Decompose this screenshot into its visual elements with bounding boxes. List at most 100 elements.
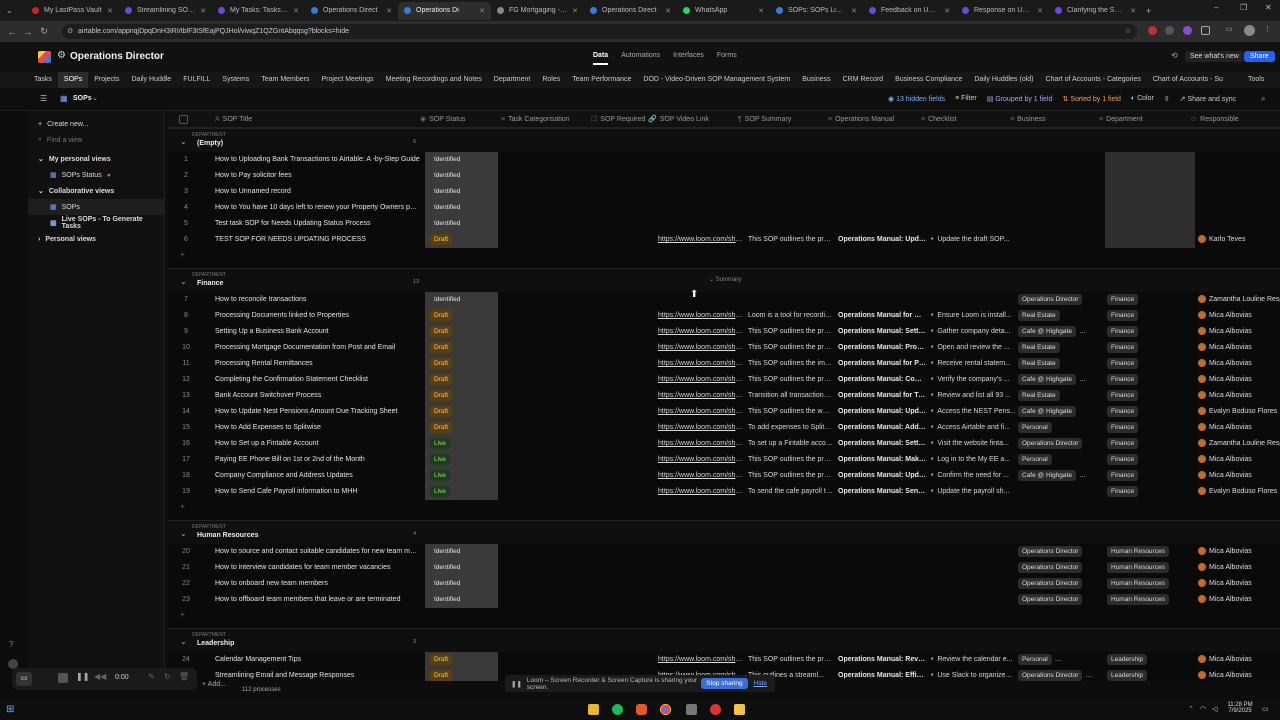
table-tab[interactable]: Daily Huddles (old): [968, 72, 1039, 88]
column-header[interactable]: ≡ Task Categorisation: [501, 111, 596, 128]
table-row[interactable]: 15 How to Add Expenses to Splitwise Draft h…: [168, 420, 1280, 436]
sop-summary[interactable]: To set up a Fintable accoun...: [748, 436, 833, 452]
column-header[interactable]: A SOP Title: [215, 111, 420, 128]
group-header[interactable]: ⌄ DEPARTMENT (Empty) 6: [168, 128, 1280, 152]
video-link[interactable]: https://www.loom.com/sha...: [658, 420, 743, 436]
browser-tab[interactable]: Response on Update✕: [956, 2, 1049, 20]
table-tab[interactable]: Tasks: [28, 72, 58, 88]
table-tab[interactable]: Project Meetings: [316, 72, 380, 88]
video-link[interactable]: https://www.loom.com/sha...: [658, 468, 743, 484]
group-header[interactable]: ⌄ DEPARTMENT Human Resources 4: [168, 520, 1280, 544]
personal-views-section[interactable]: › Personal views: [28, 231, 164, 247]
windows-start-icon[interactable]: ⊞: [6, 704, 14, 715]
business-cell[interactable]: Operations Director: [1018, 544, 1107, 560]
bookmark-star-icon[interactable]: ☆: [1125, 24, 1131, 39]
sop-status-cell[interactable]: Draft: [430, 232, 505, 248]
checklist-cell[interactable]: • Review the calendar e...: [931, 652, 1016, 668]
table-tab[interactable]: Systems: [216, 72, 255, 88]
sop-status-cell[interactable]: Draft: [430, 420, 505, 436]
table-tab[interactable]: Business: [796, 72, 836, 88]
responsible-cell[interactable]: Mica Albovias: [1198, 324, 1280, 340]
table-tab[interactable]: Business Compliance: [889, 72, 968, 88]
browser-tab[interactable]: FG Mortgaging - Link✕: [491, 2, 584, 20]
history-icon[interactable]: ⟲: [1171, 51, 1178, 60]
column-header[interactable]: ≡ Business: [1010, 111, 1105, 128]
checklist-cell[interactable]: • Open and review the ...: [931, 340, 1016, 356]
whats-new-button[interactable]: See what's new: [1185, 51, 1244, 62]
video-link[interactable]: https://www.loom.com/sha...: [658, 308, 743, 324]
table-row[interactable]: 6 TEST SOP FOR NEEDS UPDATING PROCESS Draf…: [168, 232, 1280, 248]
responsible-cell[interactable]: Mica Albovias: [1198, 668, 1280, 681]
sop-title[interactable]: How to Pay solicitor fees: [215, 168, 420, 184]
responsible-cell[interactable]: Evalyn Boduso Flores: [1198, 484, 1280, 500]
table-row[interactable]: 1 How to Uploading Bank Transactions to A…: [168, 152, 1280, 168]
close-tab-icon[interactable]: ✕: [1037, 7, 1043, 15]
table-row[interactable]: 19 How to Send Cafe Payroll information t…: [168, 484, 1280, 500]
department-cell[interactable]: Finance: [1107, 420, 1192, 436]
responsible-cell[interactable]: Mica Albovias: [1198, 576, 1280, 592]
sop-summary[interactable]: This SOP outlines the week...: [748, 404, 833, 420]
group-header[interactable]: ⌄ DEPARTMENT Leadership 3: [168, 628, 1280, 652]
table-tab[interactable]: Chart of Accounts - Su: [1147, 72, 1229, 88]
browser-tab[interactable]: Clarifying the SOP C ✕: [1049, 2, 1142, 20]
table-row[interactable]: 18 Company Compliance and Address Updates…: [168, 468, 1280, 484]
table-row[interactable]: 21 How to interview candidates for team m…: [168, 560, 1280, 576]
extension-icon[interactable]: [1165, 26, 1174, 35]
operations-manual[interactable]: Operations Manual: Sendi...: [838, 484, 926, 500]
share-sync-button[interactable]: ↗ Share and sync: [1180, 95, 1236, 103]
sop-summary[interactable]: Transition all transactions fr...: [748, 388, 833, 404]
sop-status-cell[interactable]: Live: [430, 452, 505, 468]
responsible-cell[interactable]: Mica Albovias: [1198, 340, 1280, 356]
tab-search-icon[interactable]: ⌄: [0, 6, 26, 15]
operations-manual[interactable]: Operations Manual: Efficie...: [838, 668, 926, 681]
create-new-button[interactable]: + Create new...: [28, 116, 164, 132]
responsible-cell[interactable]: Mica Albovias: [1198, 468, 1280, 484]
browser-tab[interactable]: WhatsApp ✕: [677, 2, 770, 20]
table-row[interactable]: 7 How to reconcile transactions Identified…: [168, 292, 1280, 308]
responsible-cell[interactable]: Mica Albovias: [1198, 592, 1280, 608]
department-cell[interactable]: Finance: [1107, 404, 1192, 420]
responsible-cell[interactable]: Mica Albovias: [1198, 388, 1280, 404]
operations-manual[interactable]: Operations Manual for Re...: [838, 308, 926, 324]
sop-title[interactable]: TEST SOP FOR NEEDS UPDATING PROCESS: [215, 232, 420, 248]
department-cell[interactable]: Leadership: [1107, 668, 1192, 681]
table-row[interactable]: 9 Setting Up a Business Bank Account Draft…: [168, 324, 1280, 340]
view-item-sops-status[interactable]: ▦ SOPs Status ●: [28, 167, 164, 183]
column-header[interactable]: ≡ Department: [1099, 111, 1194, 128]
find-view-input[interactable]: ⌕ Find a view: [28, 132, 164, 148]
department-cell[interactable]: Human Resources: [1107, 544, 1192, 560]
sop-title[interactable]: Processing Rental Remittances: [215, 356, 420, 372]
checklist-cell[interactable]: • Ensure Loom is install...: [931, 308, 1016, 324]
sop-title[interactable]: Processing Documents linked to Propertie…: [215, 308, 420, 324]
checklist-cell[interactable]: • Access Airtable and fi...: [931, 420, 1016, 436]
sop-title[interactable]: Processing Mortgage Documentation from P…: [215, 340, 420, 356]
business-cell[interactable]: Operations Director: [1018, 292, 1107, 308]
draw-icon[interactable]: ✎: [148, 672, 155, 681]
nav-interfaces[interactable]: Interfaces: [673, 52, 704, 65]
address-bar[interactable]: ⚙ airtable.com/appnqjDpqDnH3IRI/tblF3tSf…: [62, 24, 1137, 39]
video-link[interactable]: https://www.loom.com/sha...: [658, 356, 743, 372]
sop-status-cell[interactable]: Draft: [430, 356, 505, 372]
operations-manual[interactable]: Operations Manual: Proce...: [838, 340, 926, 356]
table-tab[interactable]: Team Members: [255, 72, 315, 88]
table-tab[interactable]: CRM Record: [837, 72, 889, 88]
department-cell[interactable]: Human Resources: [1107, 560, 1192, 576]
video-link[interactable]: https://www.loom.com/sha...: [658, 388, 743, 404]
sop-status-cell[interactable]: Draft: [430, 652, 505, 668]
table-tab[interactable]: Daily Huddle: [126, 72, 178, 88]
video-link[interactable]: https://www.loom.com/sha...: [658, 452, 743, 468]
sop-status-cell[interactable]: Draft: [430, 324, 505, 340]
clock[interactable]: 11:28 PM 7/9/2025: [1225, 702, 1255, 714]
operations-manual[interactable]: Operations Manual for Tra...: [838, 388, 926, 404]
close-tab-icon[interactable]: ✕: [572, 7, 578, 15]
department-cell[interactable]: Finance: [1107, 452, 1192, 468]
reload-icon[interactable]: ↻: [36, 26, 52, 37]
search-icon[interactable]: ⌕: [1261, 94, 1265, 104]
sop-title[interactable]: How to offboard team members that leave …: [215, 592, 420, 608]
table-tab[interactable]: Meeting Recordings and Notes: [380, 72, 488, 88]
operations-manual[interactable]: Operations Manual: Comp...: [838, 372, 926, 388]
table-row[interactable]: 20 How to source and contact suitable can…: [168, 544, 1280, 560]
sop-title[interactable]: How to Uploading Bank Transactions to Ai…: [215, 152, 420, 168]
table-row[interactable]: 8 Processing Documents linked to Properti…: [168, 308, 1280, 324]
department-cell[interactable]: Human Resources: [1107, 592, 1192, 608]
